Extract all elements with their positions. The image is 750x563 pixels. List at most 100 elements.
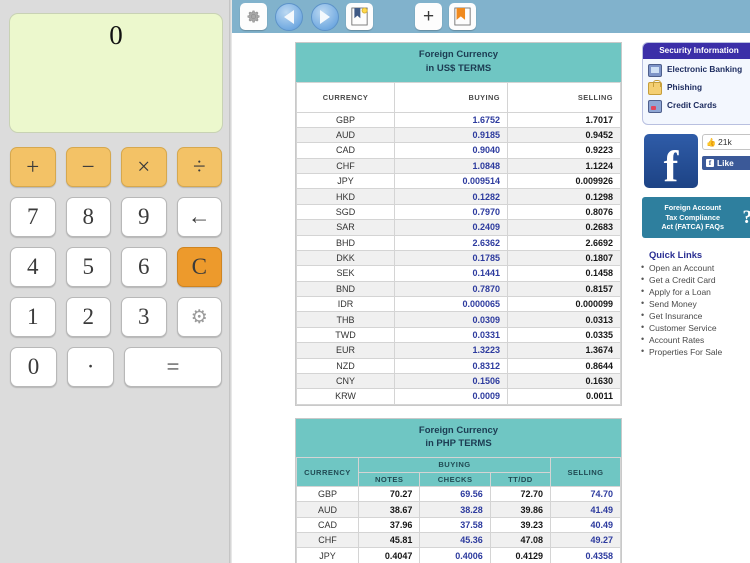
reading-list-button[interactable] [449, 3, 476, 30]
keypad-row: 0 · = [8, 347, 224, 387]
usd-cell-selling: 0.1807 [507, 249, 621, 267]
usd-cell-selling: 0.1298 [507, 188, 621, 205]
table-row: KRW 0.0009 0.0011 [296, 388, 621, 405]
usd-cell-buying: 2.6362 [394, 234, 508, 251]
calc-key-decimal[interactable]: · [67, 347, 115, 387]
table-row: THB 0.0309 0.0313 [296, 311, 621, 328]
usd-cell-currency: CHF [296, 157, 395, 175]
calc-key-multiply[interactable]: × [121, 147, 167, 187]
usd-cell-currency: SAR [296, 219, 395, 236]
quick-links-section: Quick Links Open an AccountGet a Credit … [641, 249, 750, 357]
thumbs-up-icon: 👍 [706, 137, 716, 147]
calc-key-label: ← [187, 204, 211, 229]
calc-key-backspace[interactable]: ← [176, 197, 222, 237]
reading-list-icon [454, 7, 471, 26]
usd-cell-selling: 0.009926 [507, 173, 621, 190]
quick-link-item[interactable]: Account Rates [641, 334, 750, 345]
calculator-display-value: 0 [109, 20, 123, 50]
quick-link-item[interactable]: Properties For Sale [641, 346, 750, 357]
quick-link-item[interactable]: Open an Account [641, 262, 750, 273]
php-table-body: GBP 70.27 69.56 72.70 74.70 AUD 38.67 38.28 39.8… [296, 485, 621, 563]
usd-cell-currency: CAD [296, 142, 395, 159]
security-item-label: Credit Cards [667, 100, 717, 110]
calc-key-add[interactable]: + [10, 147, 56, 187]
usd-cell-buying: 1.3223 [394, 342, 508, 359]
calc-key-six[interactable]: 6 [121, 247, 167, 287]
forward-button[interactable] [310, 2, 339, 31]
table-row: AUD 38.67 38.28 39.86 41.49 [296, 501, 621, 518]
table-row: JPY 0.4047 0.4006 0.4129 0.4358 [296, 547, 621, 563]
settings-gear-button[interactable] [240, 3, 267, 30]
php-rates-table-wrapper: Foreign Currency in PHP TERMS CURRENCY B… [295, 417, 622, 563]
credit-card-icon [648, 100, 662, 113]
web-page-viewport[interactable]: Foreign Currency in US$ TERMS CURRENCY B… [232, 33, 750, 563]
facebook-like-button[interactable]: f Like [702, 156, 750, 170]
keypad-row: 7 8 9 ← [8, 197, 224, 237]
bookmarks-button[interactable] [346, 3, 373, 30]
calc-key-one[interactable]: 1 [10, 297, 56, 337]
calc-key-three[interactable]: 3 [121, 297, 167, 337]
php-cell-ttdd: 47.08 [489, 532, 552, 549]
security-item-phishing[interactable]: Phishing [648, 80, 750, 95]
usd-cell-selling: 0.0011 [507, 388, 621, 405]
calc-key-settings[interactable]: ⚙ [176, 297, 222, 337]
gear-icon [247, 10, 260, 23]
usd-cell-selling: 0.000099 [507, 296, 621, 313]
calc-key-seven[interactable]: 7 [10, 197, 56, 237]
fatca-faq-banner[interactable]: Foreign Account Tax Compliance Act (FATC… [642, 197, 750, 239]
php-cell-selling: 41.49 [550, 501, 621, 518]
table-row: SEK 0.1441 0.1458 [296, 265, 621, 282]
security-information-box: Security Information Electronic Banking P… [642, 42, 750, 125]
quick-links-list: Open an AccountGet a Credit CardApply fo… [641, 262, 750, 357]
php-cell-ttdd: 39.23 [489, 516, 552, 534]
fatca-line2: Tax Compliance [665, 212, 721, 222]
facebook-widget: f 👍 21k f Like [644, 134, 750, 189]
table-row: CNY 0.1506 0.1630 [296, 372, 621, 390]
calc-key-equals[interactable]: = [124, 347, 222, 387]
quick-link-item[interactable]: Get Insurance [641, 310, 750, 321]
calc-key-divide[interactable]: ÷ [176, 147, 222, 187]
calc-key-five[interactable]: 5 [65, 247, 111, 287]
calc-key-label: ÷ [192, 154, 206, 179]
table-row: CHF 1.0848 1.1224 [296, 157, 621, 175]
usd-cell-buying: 0.1282 [394, 188, 508, 205]
quick-link-item[interactable]: Send Money [641, 298, 750, 309]
bookmarks-icon [351, 7, 368, 26]
calc-key-four[interactable]: 4 [10, 247, 56, 287]
usd-table-body: GBP 1.6752 1.7017 AUD 0.9185 0.9452 CAD 0.9040 0… [296, 111, 621, 405]
security-item-electronic-banking[interactable]: Electronic Banking [648, 64, 750, 77]
calculator-panel: 0 + − × ÷ 7 8 9 ← 4 5 6 C 1 2 3 ⚙ 0 · = [0, 0, 232, 563]
usd-cell-currency: EUR [296, 342, 395, 359]
calc-key-clear[interactable]: C [176, 247, 222, 287]
usd-cell-currency: DKK [296, 249, 395, 267]
calc-key-nine[interactable]: 9 [121, 197, 167, 237]
quick-link-item[interactable]: Apply for a Loan [641, 286, 750, 297]
php-table-head: CURRENCY BUYING SELLING NOTES CHECKS TT/DD [296, 457, 621, 487]
usd-cell-currency: SEK [296, 265, 395, 282]
fatca-text: Foreign Account Tax Compliance Act (FATC… [646, 203, 740, 232]
browser-panel: + Foreign Currency in US$ TERMS CURRENCY… [232, 0, 750, 563]
usd-header-row: CURRENCY BUYING SELLING [296, 81, 621, 113]
table-row: BHD 2.6362 2.6692 [296, 234, 621, 251]
table-row: BND 0.7870 0.8157 [296, 280, 621, 298]
usd-cell-selling: 1.7017 [507, 111, 621, 128]
back-button[interactable] [274, 2, 303, 31]
calc-key-label: 3 [138, 304, 150, 329]
calc-key-label: 0 [27, 354, 40, 379]
security-item-label: Electronic Banking [667, 64, 743, 74]
calc-key-zero[interactable]: 0 [10, 347, 58, 387]
calc-key-subtract[interactable]: − [65, 147, 111, 187]
page-sidebar: Security Information Electronic Banking P… [641, 42, 750, 563]
new-tab-button[interactable]: + [415, 3, 442, 30]
quick-link-item[interactable]: Get a Credit Card [641, 274, 750, 285]
quick-links-title: Quick Links [649, 249, 703, 261]
table-row: IDR 0.000065 0.000099 [296, 296, 621, 313]
facebook-logo-button[interactable]: f [644, 134, 698, 189]
security-item-credit-cards[interactable]: Credit Cards [648, 100, 750, 113]
calc-key-label: 5 [82, 254, 95, 279]
quick-link-item[interactable]: Customer Service [641, 322, 750, 333]
usd-table-head: CURRENCY BUYING SELLING [296, 81, 621, 113]
calc-key-two[interactable]: 2 [65, 297, 111, 337]
table-row: HKD 0.1282 0.1298 [296, 188, 621, 205]
calc-key-eight[interactable]: 8 [65, 197, 111, 237]
